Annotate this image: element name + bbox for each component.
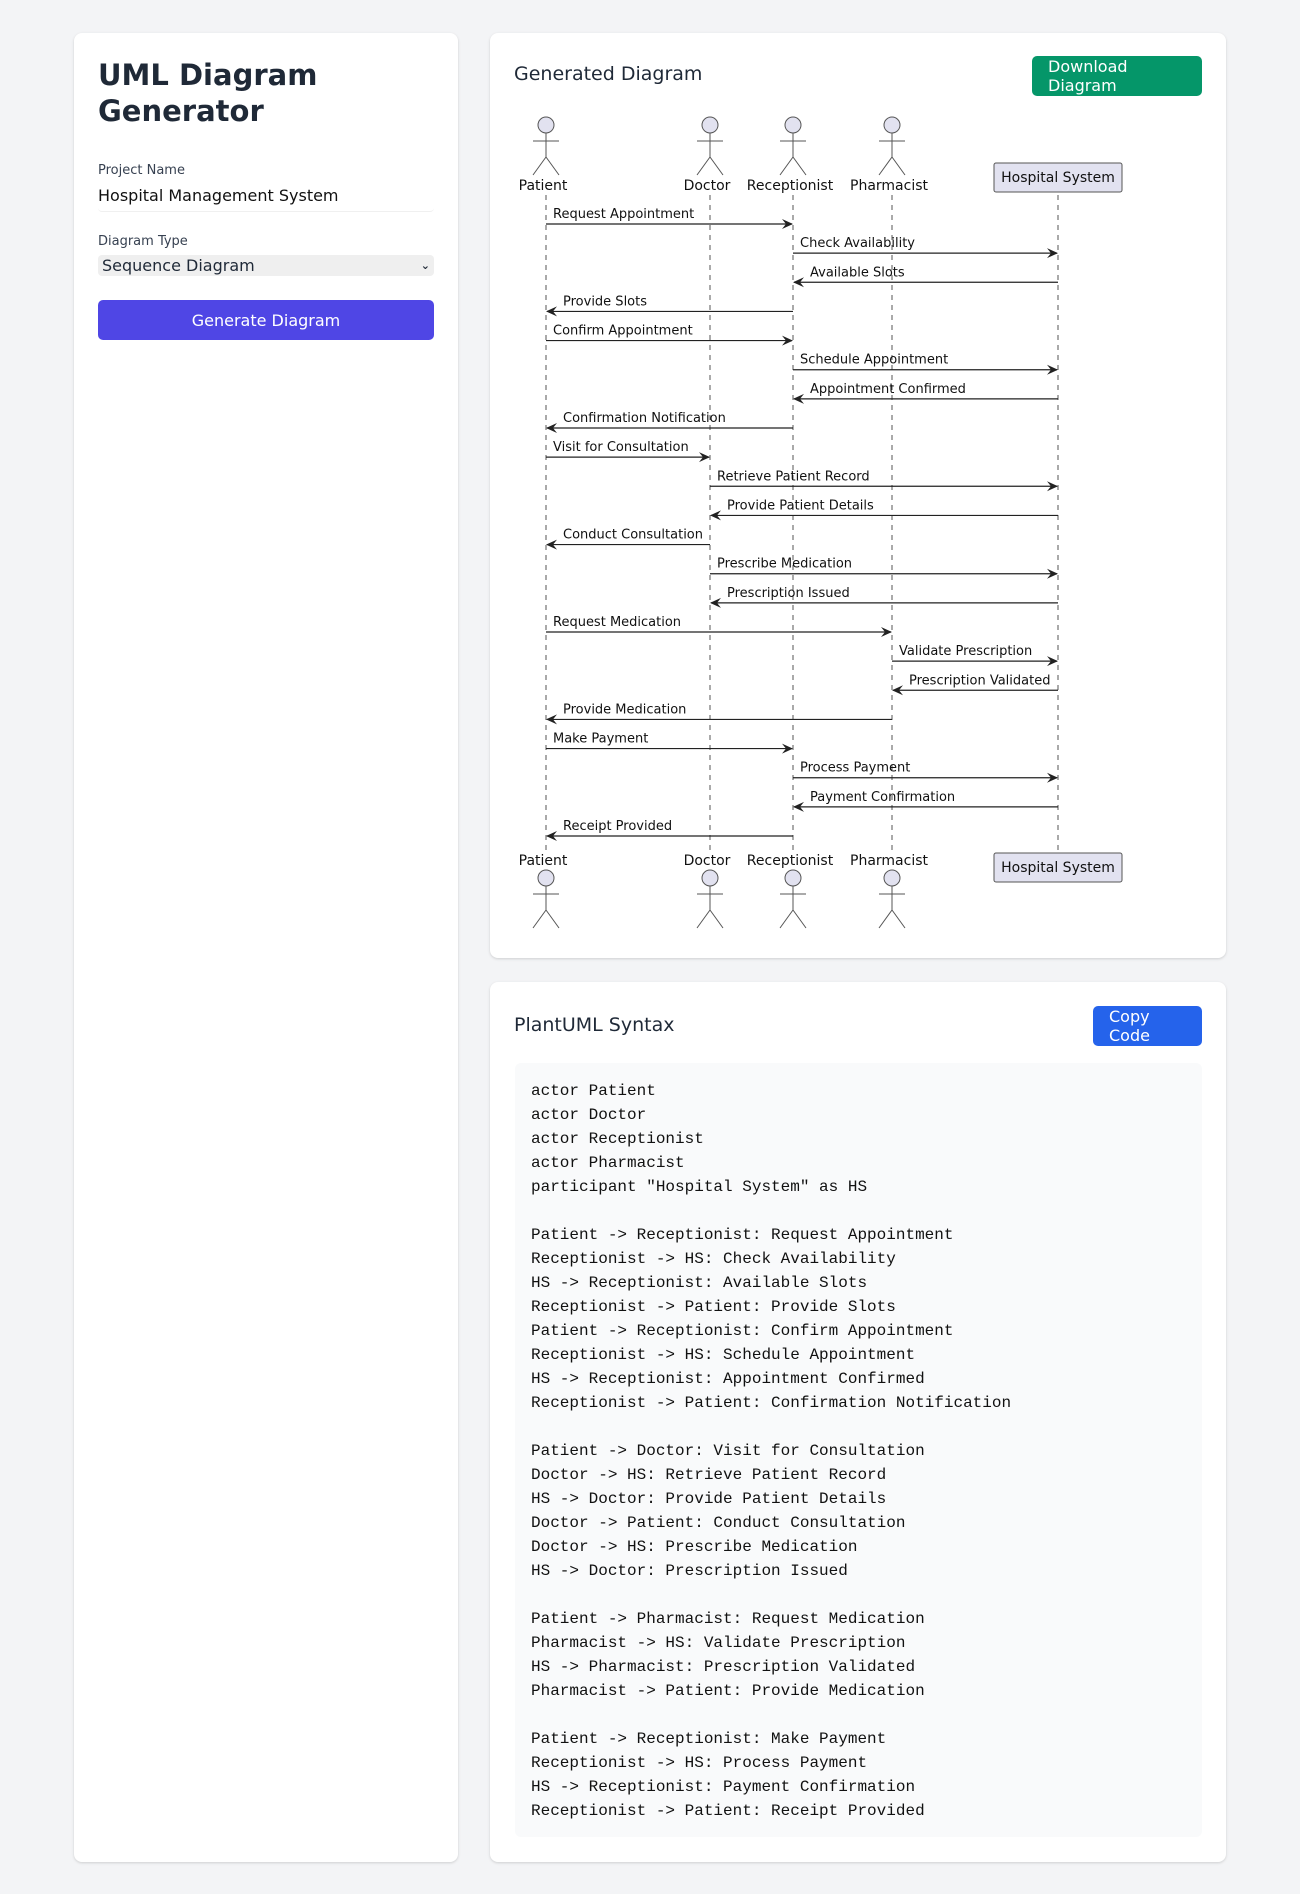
project-name-label: Project Name xyxy=(98,163,185,178)
message-label: Payment Confirmation xyxy=(810,790,955,805)
code-panel: PlantUML Syntax Copy Code actor Patient … xyxy=(490,982,1226,1862)
actor-icon-head xyxy=(701,116,719,134)
participant-label-top: Hospital System xyxy=(1001,170,1115,186)
actor-icon-leg xyxy=(878,156,893,176)
message-label: Retrieve Patient Record xyxy=(717,469,870,484)
message-label: Available Slots xyxy=(810,265,905,280)
actor-icon-leg xyxy=(779,156,794,176)
message-label: Process Payment xyxy=(800,761,910,776)
message-label: Provide Slots xyxy=(563,294,647,309)
actor-icon-head xyxy=(784,116,802,134)
participant-label-top: Receptionist xyxy=(747,178,834,194)
actor-icon-leg xyxy=(545,909,560,929)
participant-label-bottom: Pharmacist xyxy=(850,853,929,869)
message-label: Confirmation Notification xyxy=(563,411,726,426)
diagram-panel: Patient Patient Doctor Doctor Receptionist Re… xyxy=(490,33,1226,958)
actor-icon-leg xyxy=(792,909,807,929)
diagram-type-select[interactable]: Sequence Diagram ⌄ xyxy=(98,255,434,276)
generate-diagram-button[interactable]: Generate Diagram xyxy=(98,300,434,340)
participant-label-top: Patient xyxy=(519,178,568,194)
message-label: Prescribe Medication xyxy=(717,557,852,572)
diagram-panel-title: Generated Diagram xyxy=(514,63,703,85)
actor-icon-leg xyxy=(532,909,547,929)
download-diagram-button[interactable]: Download Diagram xyxy=(1032,56,1202,96)
code-panel-title: PlantUML Syntax xyxy=(514,1014,675,1036)
actor-icon-head xyxy=(537,869,555,887)
actor-icon-leg xyxy=(878,909,893,929)
actor-icon-leg xyxy=(792,156,807,176)
project-name-input[interactable]: Hospital Management System xyxy=(98,184,434,212)
actor-icon-head xyxy=(537,116,555,134)
message-label: Request Medication xyxy=(553,615,681,630)
participant-label-bottom: Doctor xyxy=(684,853,731,869)
actor-icon-leg xyxy=(891,909,906,929)
message-label: Make Payment xyxy=(553,732,648,747)
actor-icon-head xyxy=(883,869,901,887)
message-label: Schedule Appointment xyxy=(800,353,948,368)
message-label: Confirm Appointment xyxy=(553,324,693,339)
participant-label-top: Pharmacist xyxy=(850,178,929,194)
message-label: Check Availability xyxy=(800,236,915,251)
message-label: Validate Prescription xyxy=(899,644,1032,659)
copy-code-button[interactable]: Copy Code xyxy=(1093,1006,1202,1046)
participant-label-bottom: Patient xyxy=(519,853,568,869)
actor-icon-head xyxy=(701,869,719,887)
app-title: UML Diagram Generator xyxy=(98,58,318,128)
actor-icon-leg xyxy=(891,156,906,176)
diagram-type-label: Diagram Type xyxy=(98,234,188,249)
message-label: Visit for Consultation xyxy=(553,440,689,455)
actor-icon-leg xyxy=(779,909,794,929)
message-label: Provide Medication xyxy=(563,702,686,717)
message-label: Appointment Confirmed xyxy=(810,382,966,397)
participant-label-top: Doctor xyxy=(684,178,731,194)
actor-icon-leg xyxy=(696,909,711,929)
actor-icon-leg xyxy=(545,156,560,176)
actor-icon-head xyxy=(883,116,901,134)
actor-icon-leg xyxy=(696,156,711,176)
message-label: Receipt Provided xyxy=(563,819,672,834)
sequence-diagram: Patient Patient Doctor Doctor Receptionist Re… xyxy=(519,116,1123,929)
diagram-type-value: Sequence Diagram xyxy=(102,256,255,275)
chevron-down-icon: ⌄ xyxy=(420,259,430,272)
actor-icon-leg xyxy=(709,909,724,929)
message-label: Conduct Consultation xyxy=(563,528,703,543)
settings-panel: UML Diagram Generator Project Name Hospi… xyxy=(74,33,458,1862)
participant-label-bottom: Receptionist xyxy=(747,853,834,869)
message-label: Prescription Validated xyxy=(909,673,1050,688)
plantuml-code-block[interactable]: actor Patient actor Doctor actor Recepti… xyxy=(515,1063,1202,1837)
message-label: Provide Patient Details xyxy=(727,498,874,513)
actor-icon-head xyxy=(784,869,802,887)
participant-label-bottom: Hospital System xyxy=(1001,860,1115,876)
actor-icon-leg xyxy=(532,156,547,176)
actor-icon-leg xyxy=(709,156,724,176)
message-label: Prescription Issued xyxy=(727,586,850,601)
message-label: Request Appointment xyxy=(553,207,694,222)
